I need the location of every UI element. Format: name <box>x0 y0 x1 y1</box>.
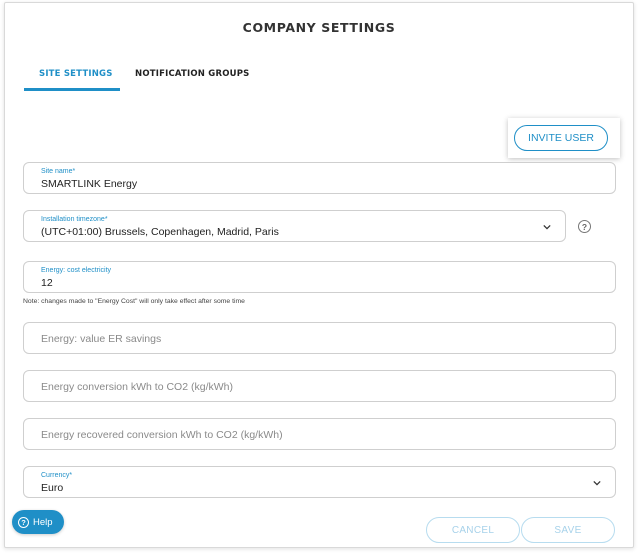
timezone-label: Installation timezone* <box>41 216 108 223</box>
tab-notification-groups[interactable]: NOTIFICATION GROUPS <box>135 69 250 79</box>
conversion-co2-placeholder: Energy conversion kWh to CO2 (kg/kWh) <box>41 381 233 393</box>
question-circle-icon: ? <box>18 516 29 528</box>
save-button[interactable]: SAVE <box>521 517 615 543</box>
site-name-label: Site name* <box>41 168 76 175</box>
cost-electricity-field[interactable]: Energy: cost electricity 12 <box>23 261 616 293</box>
timezone-value[interactable]: (UTC+01:00) Brussels, Copenhagen, Madrid… <box>41 226 279 238</box>
recovered-co2-placeholder: Energy recovered conversion kWh to CO2 (… <box>41 429 283 441</box>
dialog-title: COMPANY SETTINGS <box>242 20 396 35</box>
help-label: Help <box>33 516 53 528</box>
currency-select[interactable]: Currency* Euro <box>23 466 616 498</box>
currency-label: Currency* <box>41 472 73 479</box>
active-tab-indicator <box>24 88 120 91</box>
timezone-select[interactable]: Installation timezone* (UTC+01:00) Bruss… <box>23 210 566 242</box>
chevron-down-icon[interactable] <box>543 223 551 231</box>
site-name-field[interactable]: Site name* SMARTLINK Energy <box>23 162 616 194</box>
question-circle-icon[interactable]: ? <box>578 220 591 233</box>
er-savings-field[interactable]: Energy: value ER savings <box>23 322 616 354</box>
er-savings-placeholder: Energy: value ER savings <box>41 333 162 345</box>
chevron-down-icon[interactable] <box>593 479 601 487</box>
tab-site-settings[interactable]: SITE SETTINGS <box>39 69 113 79</box>
help-button[interactable]: ? Help <box>12 510 64 534</box>
recovered-co2-field[interactable]: Energy recovered conversion kWh to CO2 (… <box>23 418 616 450</box>
cost-electricity-value[interactable]: 12 <box>41 277 53 289</box>
currency-value[interactable]: Euro <box>41 482 63 494</box>
company-settings-dialog: COMPANY SETTINGS SITE SETTINGS NOTIFICAT… <box>4 2 634 548</box>
cost-electricity-label: Energy: cost electricity <box>41 267 112 274</box>
invite-user-container: INVITE USER <box>508 118 620 158</box>
energy-cost-note: Note: changes made to "Energy Cost" will… <box>23 298 245 305</box>
cancel-button[interactable]: CANCEL <box>426 517 520 543</box>
site-name-value[interactable]: SMARTLINK Energy <box>41 178 137 190</box>
conversion-co2-field[interactable]: Energy conversion kWh to CO2 (kg/kWh) <box>23 370 616 402</box>
invite-user-button[interactable]: INVITE USER <box>514 125 608 151</box>
